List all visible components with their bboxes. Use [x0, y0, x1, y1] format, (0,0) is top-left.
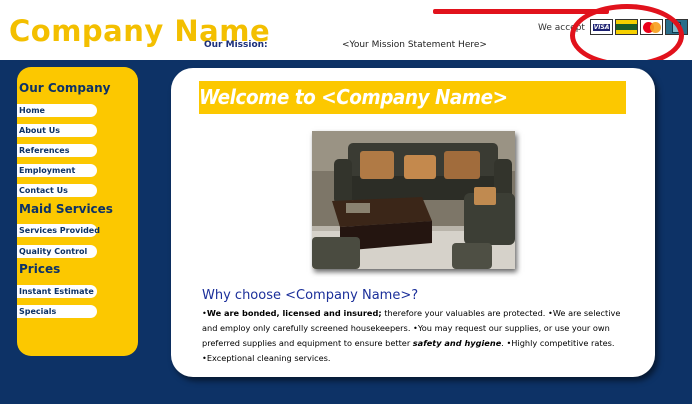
- welcome-heading: Welcome to <Company Name>: [199, 85, 508, 109]
- amex-card-icon: [615, 19, 638, 35]
- discover-card-icon: [665, 19, 688, 35]
- section-title-maid-services: Maid Services: [19, 202, 113, 216]
- visa-card-icon: VISA: [590, 19, 613, 35]
- nav-contact-us[interactable]: Contact Us: [17, 184, 97, 197]
- we-accept-label: We accept: [538, 23, 585, 33]
- nav-about-us[interactable]: About Us: [17, 124, 97, 137]
- nav-services-provided[interactable]: Services Provided: [17, 224, 100, 237]
- mastercard-icon: [640, 19, 663, 35]
- mission-label: Our Mission:: [204, 40, 268, 50]
- nav-specials[interactable]: Specials: [17, 305, 97, 318]
- nav-home[interactable]: Home: [17, 104, 97, 117]
- nav-employment[interactable]: Employment: [17, 164, 97, 177]
- nav-quality-control[interactable]: Quality Control: [17, 245, 97, 258]
- body-p3-end: .: [501, 338, 504, 348]
- nav-instant-estimate[interactable]: Instant Estimate: [17, 285, 97, 298]
- annotation-arrow-line: [433, 9, 609, 14]
- why-choose-body: •We are bonded, licensed and insured; th…: [202, 308, 621, 363]
- sidebar: Our Company Home About Us References Emp…: [17, 67, 138, 356]
- safety-hygiene-text: safety and hygiene: [412, 338, 502, 348]
- why-choose-heading: Why choose <Company Name>?: [202, 288, 419, 303]
- body-p1: therefore your valuables are protected.: [381, 308, 546, 318]
- body-p5: Exceptional cleaning services.: [206, 353, 331, 363]
- section-title-prices: Prices: [19, 262, 61, 276]
- body-p4: Highly competitive rates.: [511, 338, 615, 348]
- section-title-our-company: Our Company: [19, 81, 111, 95]
- payment-cards: VISA: [590, 19, 688, 35]
- mission-statement: <Your Mission Statement Here>: [342, 40, 487, 50]
- welcome-banner: Welcome to <Company Name>: [199, 81, 626, 114]
- living-room-photo: [312, 131, 515, 269]
- content-panel: Welcome to <Company Name> Why choose <Co…: [171, 68, 655, 377]
- nav-references[interactable]: References: [17, 144, 97, 157]
- bonded-text: We are bonded, licensed and insured;: [206, 308, 382, 318]
